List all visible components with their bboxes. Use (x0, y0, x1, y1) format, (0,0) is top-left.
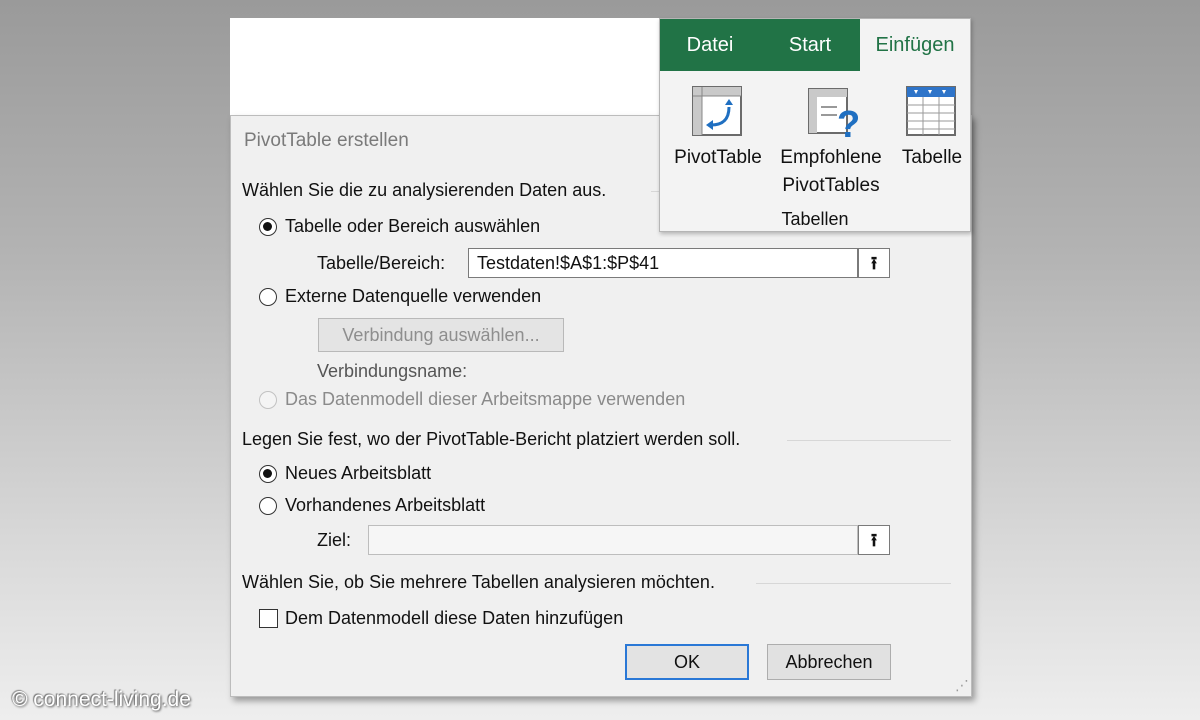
radio-external-source-label[interactable]: Externe Datenquelle verwenden (285, 286, 541, 307)
upload-arrow-icon: ⭱ (870, 530, 878, 550)
recommended-pivottables-icon: ? (808, 88, 860, 141)
ribbon-tab-bar: Datei Start Einfügen (660, 19, 970, 71)
tab-einfuegen[interactable]: Einfügen (860, 19, 970, 71)
range-input[interactable]: Testdaten!$A$1:$P$41 (468, 248, 858, 278)
add-to-datamodel-label[interactable]: Dem Datenmodell diese Daten hinzufügen (285, 608, 623, 629)
radio-table-range-label[interactable]: Tabelle oder Bereich auswählen (285, 216, 540, 237)
excel-background-area (230, 18, 660, 128)
target-input[interactable] (368, 525, 858, 555)
svg-text:?: ? (837, 104, 860, 141)
ok-button[interactable]: OK (625, 644, 749, 680)
ribbon-group-label: Tabellen (781, 209, 849, 229)
target-picker-button[interactable]: ⭱ (858, 525, 890, 555)
radio-existing-sheet[interactable] (259, 497, 277, 515)
section-heading-data: Wählen Sie die zu analysierenden Daten a… (242, 180, 607, 200)
watermark: © connect-living.de (12, 688, 191, 711)
upload-arrow-icon: ⭱ (870, 253, 878, 273)
pivottable-icon (692, 86, 742, 136)
radio-table-range[interactable] (259, 218, 277, 236)
connection-name-label: Verbindungsname: (317, 361, 468, 381)
radio-external-source[interactable] (259, 288, 277, 306)
target-field-label: Ziel: (317, 530, 352, 550)
section-heading-placement: Legen Sie fest, wo der PivotTable-Berich… (242, 429, 741, 449)
resize-grip-icon[interactable]: ⋰ (955, 677, 969, 694)
pivottable-button-label: PivotTable (674, 147, 762, 168)
dialog-title: PivotTable erstellen (244, 130, 409, 151)
radio-new-sheet[interactable] (259, 465, 277, 483)
radio-new-sheet-label[interactable]: Neues Arbeitsblatt (285, 463, 431, 484)
range-field-label: Tabelle/Bereich: (317, 253, 446, 273)
section-heading-multiple-tables: Wählen Sie, ob Sie mehrere Tabellen anal… (242, 572, 715, 592)
excel-ribbon: Datei Start Einfügen PivotTable ? Empfoh… (659, 18, 971, 232)
table-button-label: Tabelle (901, 147, 963, 168)
section-divider (756, 583, 951, 584)
add-to-datamodel-checkbox[interactable] (259, 609, 278, 628)
range-picker-button[interactable]: ⭱ (858, 248, 890, 278)
tab-start[interactable]: Start (760, 19, 860, 71)
radio-existing-sheet-label[interactable]: Vorhandenes Arbeitsblatt (285, 495, 485, 516)
choose-connection-button[interactable]: Verbindung auswählen... (318, 318, 564, 352)
tab-datei[interactable]: Datei (660, 19, 760, 71)
table-icon (906, 86, 956, 136)
cancel-button[interactable]: Abbrechen (767, 644, 891, 680)
radio-use-datamodel-label[interactable]: Das Datenmodell dieser Arbeitsmappe verw… (285, 389, 685, 410)
section-divider (787, 440, 951, 441)
radio-use-datamodel[interactable] (259, 391, 277, 409)
recommended-pivottables-label-line2: PivotTables (782, 175, 880, 196)
recommended-pivottables-label-line1: Empfohlene (780, 147, 882, 168)
